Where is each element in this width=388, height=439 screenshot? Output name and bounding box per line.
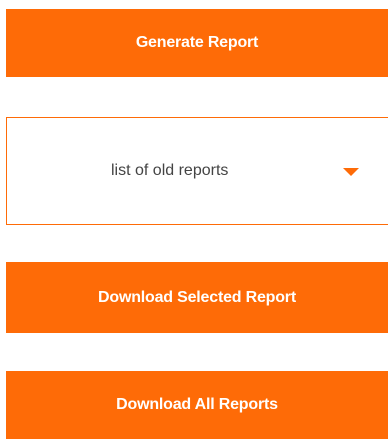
old-reports-select-value: list of old reports — [111, 162, 229, 179]
download-all-reports-button[interactable]: Download All Reports — [6, 371, 388, 439]
generate-report-label: Generate Report — [135, 34, 259, 51]
download-selected-report-button[interactable]: Download Selected Report — [6, 262, 388, 333]
generate-report-button[interactable]: Generate Report — [6, 9, 388, 77]
download-all-reports-label: Download All Reports — [116, 396, 278, 413]
old-reports-select[interactable]: list of old reports — [6, 117, 388, 225]
download-selected-report-label: Download Selected Report — [98, 288, 296, 306]
chevron-down-icon — [343, 168, 359, 176]
